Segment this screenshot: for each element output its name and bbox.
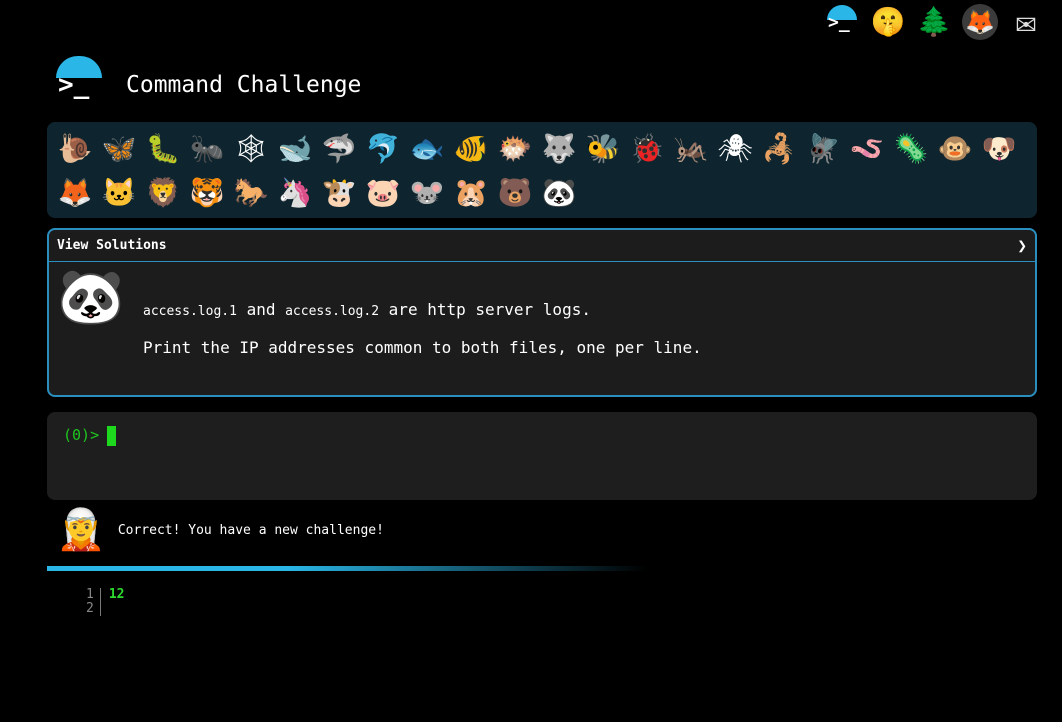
ladybug-icon[interactable]: 🐞 xyxy=(625,126,669,170)
terminal-logo-icon[interactable]: >_ xyxy=(824,4,860,40)
terminal-input[interactable]: (0)> xyxy=(47,412,1037,500)
challenge-description-line2: Print the IP addresses common to both fi… xyxy=(143,338,702,357)
monkey-icon[interactable]: 🐵 xyxy=(933,126,977,170)
view-solutions-label: View Solutions xyxy=(57,238,167,253)
status-message: 🧝 Correct! You have a new challenge! xyxy=(56,510,384,550)
tiger-icon[interactable]: 🐯 xyxy=(185,170,229,214)
fox-icon[interactable]: 🦊 xyxy=(53,170,97,214)
terminal-cursor xyxy=(107,426,117,446)
bear-icon[interactable]: 🐻 xyxy=(493,170,537,214)
lion-icon[interactable]: 🦁 xyxy=(141,170,185,214)
bee-icon[interactable]: 🐝 xyxy=(581,126,625,170)
view-solutions-toggle[interactable]: View Solutions ❯ xyxy=(49,230,1035,262)
unicorn-icon[interactable]: 🦄 xyxy=(273,170,317,214)
whale-icon[interactable]: 🐋 xyxy=(273,126,317,170)
line-numbers: 1 2 xyxy=(86,588,101,616)
filename-code: access.log.2 xyxy=(285,304,380,319)
challenge-panel: View Solutions ❯ 🐼 access.log.1 and acce… xyxy=(47,228,1037,397)
divider-bar xyxy=(47,566,647,571)
pig-icon[interactable]: 🐷 xyxy=(361,170,405,214)
elf-avatar-icon: 🧝 xyxy=(56,507,106,553)
challenge-animal-list: 🐌 🦋 🐛 🐜 🕸 🐋 🦈 🐬 🐟 🐠 🐡 🐺 🐝 🐞 🦗 🕷 🦂 🪰 🪱 🦠 🐵 🐶 🦊 🐱 🦁 🐯 🐎 🦄 🐮 🐷 🐭 🐹 🐻 🐼 xyxy=(47,122,1037,218)
shushing-face-icon[interactable]: 🤫 xyxy=(870,4,906,40)
challenge-description-line1: access.log.1 and access.log.2 are http s… xyxy=(143,300,591,319)
mouse-icon[interactable]: 🐭 xyxy=(405,170,449,214)
status-text: Correct! You have a new challenge! xyxy=(117,522,384,538)
fish-icon[interactable]: 🐟 xyxy=(405,126,449,170)
panda-avatar-icon: 🐼 xyxy=(57,265,125,328)
dolphin-icon[interactable]: 🐬 xyxy=(361,126,405,170)
blowfish-icon[interactable]: 🐡 xyxy=(493,126,537,170)
chevron-right-icon: ❯ xyxy=(1017,236,1027,255)
fly-icon[interactable]: 🪰 xyxy=(801,126,845,170)
cricket-icon[interactable]: 🦗 xyxy=(669,126,713,170)
spider-web-icon[interactable]: 🕸 xyxy=(229,126,273,170)
horse-icon[interactable]: 🐎 xyxy=(229,170,273,214)
panda-icon[interactable]: 🐼 xyxy=(537,170,581,214)
filename-code: access.log.1 xyxy=(143,304,237,319)
hamster-icon[interactable]: 🐹 xyxy=(449,170,493,214)
scorpion-icon[interactable]: 🦂 xyxy=(757,126,801,170)
page-title: Command Challenge xyxy=(126,72,362,98)
cat-icon[interactable]: 🐱 xyxy=(97,170,141,214)
tree-icon[interactable]: 🌲 xyxy=(916,4,952,40)
ant-icon[interactable]: 🐜 xyxy=(185,126,229,170)
output-line: 12 xyxy=(108,587,125,602)
tropical-fish-icon[interactable]: 🐠 xyxy=(449,126,493,170)
spider-icon[interactable]: 🕷 xyxy=(713,126,757,170)
output-block: 1 2 12 xyxy=(86,588,124,616)
caterpillar-icon[interactable]: 🐛 xyxy=(141,126,185,170)
microbe-icon[interactable]: 🦠 xyxy=(889,126,933,170)
wolf-icon[interactable]: 🐺 xyxy=(537,126,581,170)
shark-icon[interactable]: 🦈 xyxy=(317,126,361,170)
mail-icon[interactable]: ✉ xyxy=(1008,4,1044,40)
terminal-prompt: (0)> xyxy=(63,426,100,444)
butterfly-icon[interactable]: 🦋 xyxy=(97,126,141,170)
worm-icon[interactable]: 🪱 xyxy=(845,126,889,170)
cow-icon[interactable]: 🐮 xyxy=(317,170,361,214)
gitlab-icon[interactable]: 🦊 xyxy=(962,4,998,40)
output-lines: 12 xyxy=(101,588,125,616)
dog-icon[interactable]: 🐶 xyxy=(977,126,1021,170)
app-logo[interactable]: >_ xyxy=(56,56,104,104)
top-nav: >_ 🤫 🌲 🦊 ✉ xyxy=(824,4,1044,40)
snail-icon[interactable]: 🐌 xyxy=(53,126,97,170)
